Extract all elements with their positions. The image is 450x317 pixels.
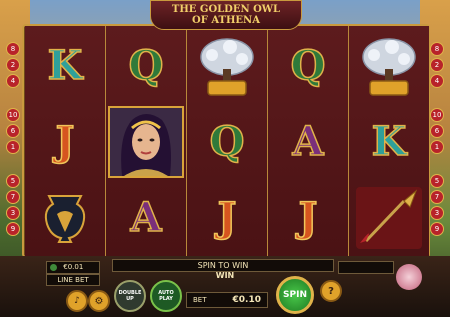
payline-number[interactable]: 2 — [430, 58, 444, 72]
reel-5: K — [349, 26, 429, 256]
payline-indicators-right: 8 2 4 10 6 1 5 7 3 9 — [430, 42, 444, 238]
symbol-a: A — [130, 194, 163, 241]
vase-icon — [44, 195, 86, 243]
bet-display: BET €0.10 — [186, 292, 268, 308]
payline-number[interactable]: 4 — [430, 74, 444, 88]
payline-number[interactable]: 9 — [6, 222, 20, 236]
reel-3: Q J — [187, 26, 267, 256]
payline-number[interactable]: 7 — [6, 190, 20, 204]
title-line-2: OF ATHENA — [192, 15, 260, 26]
reel-cell: K — [25, 28, 105, 104]
payline-number[interactable]: 2 — [6, 58, 20, 72]
symbol-a: A — [292, 118, 325, 165]
symbol-q: Q — [209, 118, 245, 165]
symbol-j: J — [217, 194, 237, 241]
silver-tree-icon — [200, 38, 254, 96]
payline-number[interactable]: 1 — [6, 140, 20, 154]
payline-indicators-left: 8 2 4 10 6 1 5 7 3 9 — [6, 42, 20, 238]
reels-frame: K J Q A Q J Q A J K — [22, 24, 430, 258]
reel-2: Q A — [106, 26, 186, 256]
payline-number[interactable]: 8 — [430, 42, 444, 56]
win-label: WIN — [215, 271, 235, 280]
control-panel: €0.01 LINE BET SPIN TO WIN WIN BET €0.10… — [0, 256, 450, 317]
gear-icon: ⚙ — [94, 295, 104, 307]
payline-number[interactable]: 10 — [6, 108, 20, 122]
reel-cell — [187, 28, 267, 104]
symbol-k: K — [47, 42, 83, 89]
right-info-box — [338, 261, 394, 274]
line-bet-amount: €0.01 — [63, 263, 84, 271]
status-text: SPIN TO WIN — [197, 261, 249, 270]
reel-cell: A — [268, 104, 348, 180]
spin-button[interactable]: SPIN — [276, 276, 314, 314]
symbol-k: K — [371, 118, 407, 165]
symbol-q: Q — [128, 42, 164, 89]
flower-decoration — [396, 264, 422, 290]
reel-4: Q A J — [268, 26, 348, 256]
bet-label: BET — [193, 296, 207, 304]
silver-tree-icon — [362, 38, 416, 96]
symbol-j: J — [298, 194, 318, 241]
reel-cell: A — [106, 180, 186, 256]
auto-play-button[interactable]: AUTO PLAY — [150, 280, 182, 312]
reel-1: K J — [25, 26, 105, 256]
payline-number[interactable]: 9 — [430, 222, 444, 236]
symbol-q: Q — [290, 42, 326, 89]
reel-cell: J — [268, 180, 348, 256]
game-title: THE GOLDEN OWL OF ATHENA — [150, 0, 302, 30]
athena-portrait-icon — [108, 106, 184, 178]
line-bet-label: LINE BET — [46, 274, 100, 286]
payline-number[interactable]: 8 — [6, 42, 20, 56]
title-line-1: THE GOLDEN OWL — [171, 4, 281, 15]
payline-number[interactable]: 5 — [6, 174, 20, 188]
reel-cell: J — [25, 104, 105, 180]
coin-icon — [50, 264, 57, 271]
reel-cell: J — [187, 180, 267, 256]
reel-cell: Q — [268, 28, 348, 104]
payline-number[interactable]: 10 — [430, 108, 444, 122]
payline-number[interactable]: 6 — [6, 124, 20, 138]
sound-button[interactable]: ♪ — [66, 290, 88, 312]
payline-number[interactable]: 3 — [6, 206, 20, 220]
reel-cell — [349, 28, 429, 104]
speaker-icon: ♪ — [74, 296, 80, 306]
reel-cell — [25, 180, 105, 256]
reel-cell — [349, 180, 429, 256]
spear-icon — [356, 187, 422, 249]
payline-number[interactable]: 3 — [430, 206, 444, 220]
reel-cell: Q — [187, 104, 267, 180]
payline-number[interactable]: 5 — [430, 174, 444, 188]
payline-number[interactable]: 6 — [430, 124, 444, 138]
line-bet-value[interactable]: €0.01 — [46, 261, 100, 274]
payline-number[interactable]: 4 — [6, 74, 20, 88]
bet-value: €0.10 — [232, 295, 261, 305]
reel-cell: Q — [106, 28, 186, 104]
reel-cell — [106, 104, 186, 180]
help-button[interactable]: ? — [320, 280, 342, 302]
double-up-button[interactable]: DOUBLE UP — [114, 280, 146, 312]
settings-button[interactable]: ⚙ — [88, 290, 110, 312]
reel-cell: K — [349, 104, 429, 180]
payline-number[interactable]: 1 — [430, 140, 444, 154]
payline-number[interactable]: 7 — [430, 190, 444, 204]
symbol-j: J — [55, 118, 75, 165]
